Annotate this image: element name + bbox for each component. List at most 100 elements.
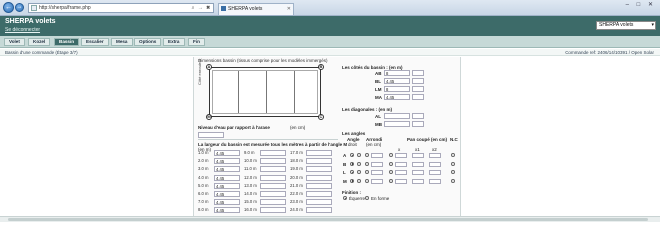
angle-right-radio[interactable] <box>350 153 354 157</box>
address-bar[interactable]: http://sherpa/frame.php ⌕ → ✖ <box>28 3 214 13</box>
depth-width-input[interactable] <box>260 191 286 197</box>
sides-extra-input[interactable] <box>412 70 424 76</box>
cut-x-input[interactable] <box>395 153 407 158</box>
depth-width-input[interactable] <box>306 191 332 197</box>
cut-x1-input[interactable] <box>412 178 424 184</box>
angle-alt-radio[interactable] <box>357 153 361 157</box>
angle-alt-radio[interactable] <box>357 170 361 174</box>
cut-x-input[interactable] <box>395 178 407 184</box>
depth-width-input[interactable] <box>306 207 332 214</box>
rounded-input[interactable] <box>371 170 383 175</box>
depth-width-input[interactable] <box>306 174 332 181</box>
cut-x-input[interactable] <box>395 161 407 167</box>
depth-width-input[interactable] <box>260 150 286 156</box>
depth-width-input[interactable] <box>306 150 332 156</box>
menu-extra[interactable]: Extra <box>163 38 185 46</box>
menu-fin[interactable]: Fin <box>188 38 205 46</box>
depth-position-label: 5.0 m <box>198 182 209 188</box>
menu-bassin[interactable]: Bassin <box>54 38 80 46</box>
diagonals-input[interactable] <box>384 121 410 127</box>
menu-options[interactable]: Options <box>134 38 162 46</box>
depth-width-input[interactable]: 4.45 <box>214 166 240 173</box>
depth-width-input[interactable] <box>306 199 332 206</box>
sides-extra-input[interactable] <box>412 86 424 92</box>
angle-cut-radio[interactable] <box>389 178 393 183</box>
water-level-unit: (en cm) <box>290 125 306 130</box>
sides-extra-input[interactable] <box>412 94 424 100</box>
rounded-input[interactable] <box>371 178 383 184</box>
angle-cut-radio[interactable] <box>389 170 393 174</box>
cut-x1-input[interactable] <box>412 170 424 175</box>
depth-width-input[interactable] <box>306 182 332 189</box>
angle-alt-radio[interactable] <box>357 178 361 183</box>
horizontal-scrollbar[interactable] <box>0 216 660 222</box>
menu-kozel[interactable]: Kozel <box>28 38 51 46</box>
depth-position-label: 4.0 m <box>198 174 209 180</box>
water-level-input[interactable] <box>198 132 224 138</box>
menu-escalier[interactable]: Escalier <box>81 38 109 46</box>
angle-right-radio[interactable] <box>350 170 354 174</box>
angle-right-radio[interactable] <box>350 161 354 166</box>
rounded-input[interactable] <box>371 153 383 158</box>
angle-rounded-radio[interactable] <box>365 170 369 174</box>
finition-en-forme-radio[interactable] <box>365 196 369 200</box>
sides-input[interactable]: 4.45 <box>384 94 410 100</box>
sides-input[interactable]: 4.45 <box>384 78 410 84</box>
depth-width-input[interactable] <box>260 158 286 165</box>
address-controls[interactable]: ⌕ → ✖ <box>192 4 211 12</box>
depth-width-input[interactable]: 4.45 <box>214 174 240 181</box>
depth-width-input[interactable] <box>260 207 286 214</box>
depth-width-input[interactable]: 4.45 <box>214 191 240 197</box>
finition-equerre-radio[interactable] <box>343 196 347 200</box>
depth-width-input[interactable] <box>260 166 286 173</box>
diagonals-extra-input[interactable] <box>412 121 424 127</box>
cut-x2-input[interactable] <box>429 161 441 167</box>
sides-input[interactable]: 8 <box>384 70 410 76</box>
depth-width-input[interactable] <box>260 199 286 206</box>
depth-width-input[interactable] <box>306 166 332 173</box>
angle-rounded-radio[interactable] <box>365 153 369 157</box>
angle-rounded-radio[interactable] <box>365 161 369 166</box>
angle-alt-radio[interactable] <box>357 161 361 166</box>
tab-close-icon[interactable]: ✕ <box>287 4 291 14</box>
diagonals-extra-input[interactable] <box>412 113 424 119</box>
app-selector[interactable]: SHERPA volets ▾ <box>596 21 656 30</box>
depth-width-input[interactable] <box>306 158 332 165</box>
angle-cut-radio[interactable] <box>389 161 393 166</box>
back-button[interactable]: ← <box>3 2 14 13</box>
angle-rounded-radio[interactable] <box>365 178 369 183</box>
cut-x1-input[interactable] <box>412 161 424 167</box>
angle-name: L <box>343 170 346 175</box>
logout-link[interactable]: Se déconnecter <box>5 27 40 33</box>
depth-width-input[interactable] <box>260 182 286 189</box>
cut-x-input[interactable] <box>395 170 407 175</box>
scrollbar-thumb[interactable] <box>8 218 648 221</box>
menu-volet[interactable]: Volet <box>4 38 25 46</box>
diagonals-input[interactable] <box>384 113 410 119</box>
cut-x2-input[interactable] <box>429 178 441 184</box>
sides-key: AB <box>375 71 382 76</box>
angle-right-radio[interactable] <box>350 178 354 183</box>
cut-x2-input[interactable] <box>429 153 441 158</box>
depth-width-input[interactable]: 4.45 <box>214 150 240 156</box>
sides-input[interactable]: 8 <box>384 86 410 92</box>
depth-width-input[interactable]: 4.45 <box>214 158 240 165</box>
angle-nc-radio[interactable] <box>451 170 455 174</box>
rounded-input[interactable] <box>371 161 383 167</box>
depth-width-input[interactable]: 4.45 <box>214 207 240 214</box>
window-controls[interactable]: – □ ✕ <box>626 1 656 8</box>
browser-tab[interactable]: SHERPA volets ✕ <box>218 3 294 15</box>
angle-nc-radio[interactable] <box>451 153 455 157</box>
angle-nc-radio[interactable] <box>451 161 455 166</box>
depth-width-input[interactable]: 4.45 <box>214 182 240 189</box>
menu-mesa[interactable]: Mesa <box>111 38 133 46</box>
cut-x1-input[interactable] <box>412 153 424 158</box>
slat-line <box>266 71 267 113</box>
sides-extra-input[interactable] <box>412 78 424 84</box>
angle-nc-radio[interactable] <box>451 178 455 183</box>
angle-cut-radio[interactable] <box>389 153 393 157</box>
depth-width-input[interactable]: 4.45 <box>214 199 240 206</box>
depth-width-input[interactable] <box>260 174 286 181</box>
forward-button[interactable]: → <box>15 3 24 12</box>
cut-x2-input[interactable] <box>429 170 441 175</box>
